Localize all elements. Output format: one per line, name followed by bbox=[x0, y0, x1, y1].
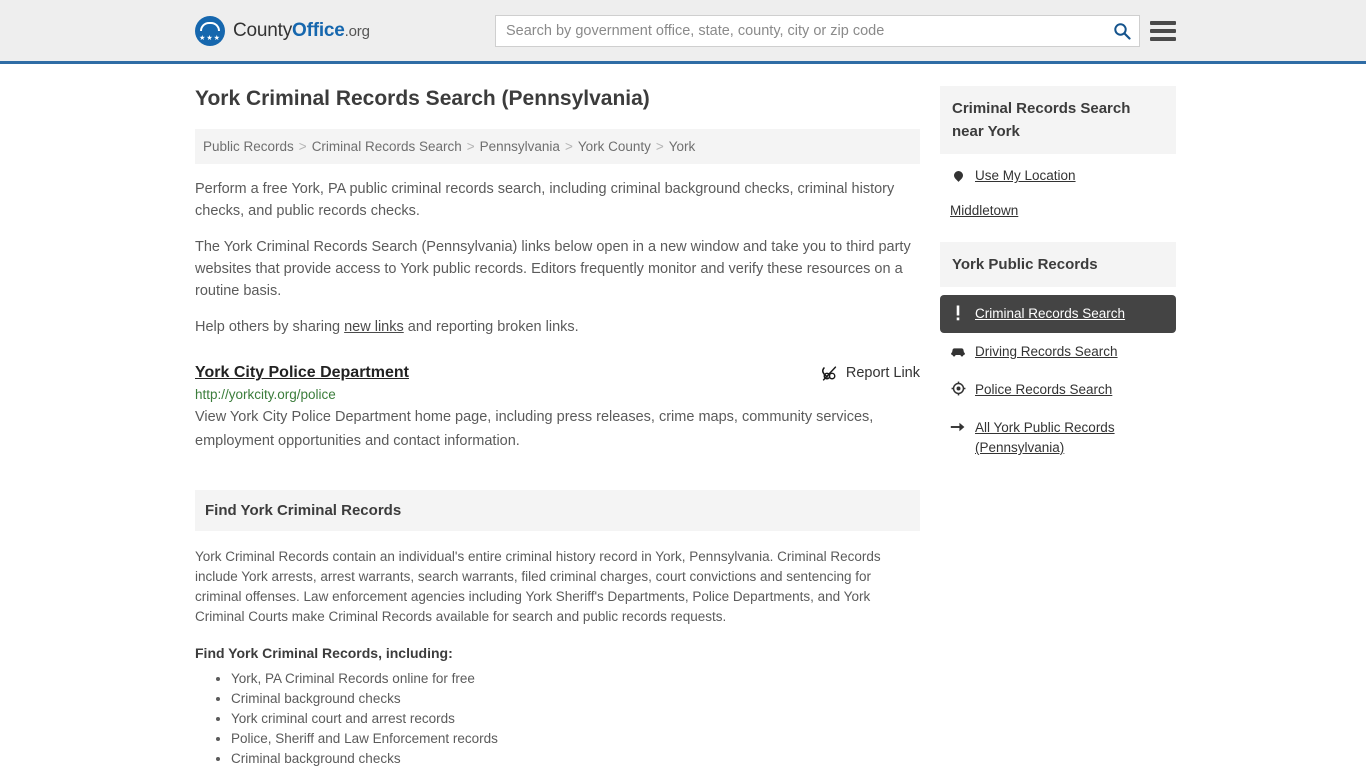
sidebar-item-label[interactable]: Criminal Records Search bbox=[975, 304, 1125, 324]
help-prefix-text: Help others by sharing bbox=[195, 319, 345, 335]
york-public-records-card: York Public Records Criminal Records Sea… bbox=[940, 242, 1176, 467]
list-item: Criminal background checks bbox=[231, 749, 920, 768]
find-records-bullet-list: York, PA Criminal Records online for fre… bbox=[195, 669, 920, 768]
list-item: Police, Sheriff and Law Enforcement reco… bbox=[231, 729, 920, 749]
site-logo-link[interactable]: ★★★ CountyOffice.org bbox=[195, 15, 370, 46]
near-york-card-heading: Criminal Records Search near York bbox=[940, 86, 1176, 154]
intro-paragraph-1: Perform a free York, PA public criminal … bbox=[195, 181, 895, 219]
listing-header-row: York City Police Department Report Link bbox=[195, 364, 920, 382]
search-bar[interactable] bbox=[495, 14, 1140, 47]
sidebar-item-police-records-search[interactable]: Police Records Search bbox=[940, 371, 1176, 409]
help-suffix-text: and reporting broken links. bbox=[403, 319, 579, 335]
car-icon bbox=[950, 342, 966, 359]
arrow-right-icon bbox=[950, 418, 966, 435]
near-york-card-body: Use My Location Middletown bbox=[940, 154, 1176, 242]
search-input[interactable] bbox=[496, 15, 1105, 46]
sidebar-item-label[interactable]: Driving Records Search bbox=[975, 342, 1118, 362]
sidebar-item-driving-records-search[interactable]: Driving Records Search bbox=[940, 333, 1176, 371]
countyoffice-eagle-logo-icon: ★★★ bbox=[195, 15, 225, 46]
york-public-records-heading: York Public Records bbox=[940, 242, 1176, 287]
sidebar-item-all-york-public-records[interactable]: All York Public Records (Pennsylvania) bbox=[940, 409, 1176, 467]
breadcrumb-separator: > bbox=[564, 139, 573, 154]
breadcrumb-item-public-records[interactable]: Public Records bbox=[203, 139, 294, 154]
exclamation-mark-icon bbox=[950, 304, 966, 321]
breadcrumb-item-york[interactable]: York bbox=[669, 139, 696, 154]
nearby-place-link-middletown[interactable]: Middletown bbox=[950, 201, 1018, 220]
breadcrumb-separator: > bbox=[466, 139, 475, 154]
new-links-link[interactable]: new links bbox=[344, 319, 404, 335]
broken-link-icon bbox=[821, 365, 837, 381]
find-records-body: York Criminal Records contain an individ… bbox=[195, 549, 881, 624]
intro-paragraph-2: The York Criminal Records Search (Pennsy… bbox=[195, 239, 911, 299]
breadcrumb-item-york-county[interactable]: York County bbox=[578, 139, 651, 154]
help-paragraph: Help others by sharing new links and rep… bbox=[195, 316, 920, 338]
breadcrumb: Public Records > Criminal Records Search > P… bbox=[195, 129, 920, 164]
breadcrumb-item-criminal-records-search[interactable]: Criminal Records Search bbox=[312, 139, 462, 154]
sidebar-item-criminal-records-search[interactable]: Criminal Records Search bbox=[940, 295, 1176, 333]
breadcrumb-item-pennsylvania[interactable]: Pennsylvania bbox=[480, 139, 560, 154]
use-my-location-link[interactable]: Use My Location bbox=[975, 166, 1076, 185]
hamburger-menu-icon bbox=[1150, 20, 1176, 25]
nearby-place-row[interactable]: Middletown bbox=[950, 201, 1166, 220]
list-item: Criminal background checks bbox=[231, 689, 920, 709]
site-header: ★★★ CountyOffice.org bbox=[0, 0, 1366, 64]
search-button[interactable] bbox=[1105, 16, 1139, 46]
find-records-section-heading: Find York Criminal Records bbox=[195, 490, 920, 531]
report-link-button[interactable]: Report Link bbox=[821, 365, 920, 382]
listing-url-link[interactable]: http://yorkcity.org/police bbox=[195, 387, 920, 402]
near-york-card: Criminal Records Search near York Use My… bbox=[940, 86, 1176, 242]
list-item: York, PA Criminal Records online for fre… bbox=[231, 669, 920, 689]
breadcrumb-separator: > bbox=[298, 139, 307, 154]
hamburger-menu-button[interactable] bbox=[1150, 18, 1176, 44]
map-pin-icon bbox=[950, 166, 966, 183]
page-title: York Criminal Records Search (Pennsylvan… bbox=[195, 87, 650, 110]
sidebar-item-label[interactable]: Police Records Search bbox=[975, 380, 1112, 400]
listing-result: York City Police Department Report Link … bbox=[195, 364, 920, 453]
breadcrumb-separator: > bbox=[655, 139, 664, 154]
public-records-nav-list: Criminal Records Search Driving Records … bbox=[940, 295, 1176, 467]
page-container: York Criminal Records Search (Pennsylvan… bbox=[0, 64, 1366, 768]
sidebar-item-label[interactable]: All York Public Records (Pennsylvania) bbox=[975, 418, 1166, 458]
find-records-subheading: Find York Criminal Records, including: bbox=[195, 645, 453, 661]
report-link-label: Report Link bbox=[845, 365, 920, 381]
listing-description: View York City Police Department home pa… bbox=[195, 409, 874, 449]
main-column: York Criminal Records Search (Pennsylvan… bbox=[195, 86, 920, 768]
use-my-location-row[interactable]: Use My Location bbox=[950, 166, 1166, 185]
brand-text-county: County bbox=[233, 19, 293, 41]
brand-wordmark: CountyOffice.org bbox=[233, 20, 370, 42]
target-badge-icon bbox=[950, 380, 966, 397]
search-icon bbox=[1114, 22, 1131, 40]
sidebar: Criminal Records Search near York Use My… bbox=[940, 86, 1176, 467]
list-item: York criminal court and arrest records bbox=[231, 709, 920, 729]
brand-text-office: Office bbox=[292, 19, 345, 41]
brand-text-tld: .org bbox=[344, 22, 370, 40]
listing-title-link[interactable]: York City Police Department bbox=[195, 364, 409, 382]
